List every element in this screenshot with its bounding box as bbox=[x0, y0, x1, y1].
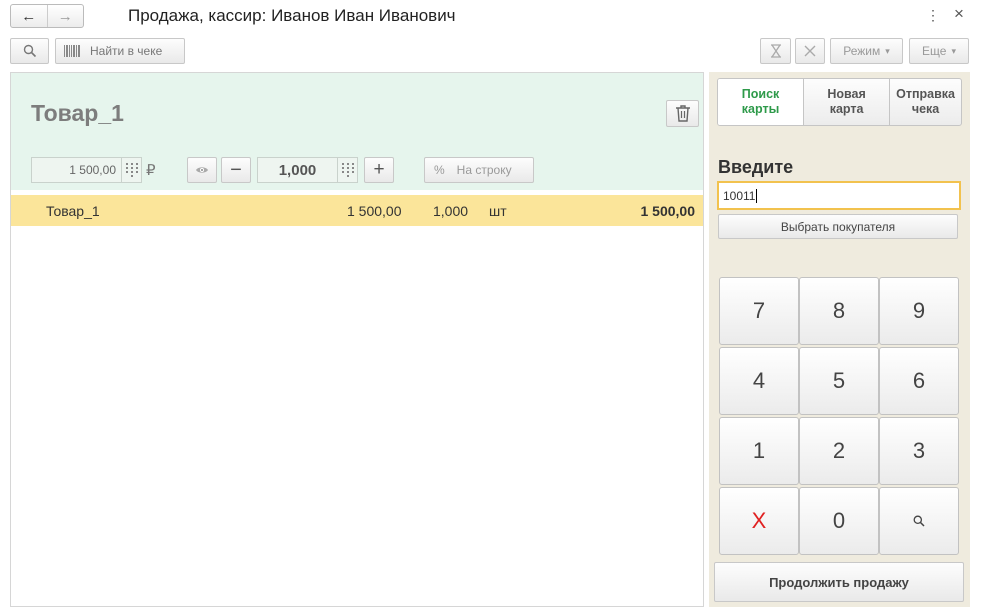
keypad-1-button[interactable]: 1 bbox=[719, 417, 799, 485]
barcode-icon bbox=[64, 45, 80, 57]
keypad-search-button[interactable] bbox=[879, 487, 959, 555]
more-label: Еще bbox=[922, 44, 947, 58]
continue-sale-button[interactable]: Продолжить продажу bbox=[714, 562, 964, 602]
decrease-quantity-button[interactable]: − bbox=[221, 157, 251, 183]
keypad-8-button[interactable]: 8 bbox=[799, 277, 879, 345]
window-title: Продажа, кассир: Иванов Иван Иванович bbox=[128, 6, 456, 25]
mode-label: Режим bbox=[843, 44, 881, 58]
plus-icon: + bbox=[373, 159, 385, 180]
minus-icon: − bbox=[230, 158, 242, 181]
enter-label: Введите bbox=[718, 157, 794, 177]
tab-card-search[interactable]: Поиск карты bbox=[718, 79, 804, 125]
more-actions-icon[interactable]: ⋮ bbox=[926, 7, 940, 24]
price-keypad-button[interactable] bbox=[121, 157, 142, 183]
choose-customer-button[interactable]: Выбрать покупателя bbox=[718, 214, 958, 239]
card-number-input[interactable]: 10011 bbox=[717, 181, 961, 210]
quantity-keypad-button[interactable] bbox=[337, 157, 358, 183]
product-title: Товар_1 bbox=[31, 100, 124, 126]
row-price: 1 500,00 bbox=[347, 203, 402, 219]
forward-arrow-icon: → bbox=[57, 7, 73, 25]
keypad-clear-button[interactable]: X bbox=[719, 487, 799, 555]
choose-customer-label: Выбрать покупателя bbox=[780, 219, 896, 234]
card-number-value: 10011 bbox=[723, 189, 756, 203]
cancel-button[interactable] bbox=[795, 38, 825, 64]
cross-icon bbox=[804, 45, 816, 57]
view-button[interactable] bbox=[187, 157, 217, 183]
tab-new-card[interactable]: Новая карта bbox=[803, 79, 889, 125]
row-unit: шт bbox=[489, 203, 507, 219]
line-discount-button[interactable]: % На строку bbox=[424, 157, 534, 183]
price-field[interactable]: 1 500,00 bbox=[31, 157, 122, 183]
continue-sale-label: Продолжить продажу bbox=[769, 574, 909, 590]
keypad-grid-icon bbox=[341, 163, 354, 177]
tab-bar: Поиск карты Новая карта Отправка чека bbox=[717, 78, 962, 126]
search-icon bbox=[913, 515, 925, 527]
price-value: 1 500,00 bbox=[69, 163, 116, 177]
forward-button[interactable]: → bbox=[46, 5, 84, 27]
row-quantity: 1,000 bbox=[433, 203, 469, 219]
keypad-9-button[interactable]: 9 bbox=[879, 277, 959, 345]
keypad-3-button[interactable]: 3 bbox=[879, 417, 959, 485]
row-sum: 1 500,00 bbox=[640, 203, 696, 219]
keypad-4-button[interactable]: 4 bbox=[719, 347, 799, 415]
keypad-7-button[interactable]: 7 bbox=[719, 277, 799, 345]
mode-dropdown[interactable]: Режим ▾ bbox=[830, 38, 903, 64]
percent-icon: % bbox=[434, 163, 445, 177]
tab-send-receipt[interactable]: Отправка чека bbox=[889, 79, 961, 125]
trash-icon bbox=[675, 105, 690, 122]
table-row[interactable]: Товар_1 1 500,00 1,000 шт 1 500,00 bbox=[11, 195, 703, 226]
line-discount-label: На строку bbox=[456, 163, 512, 177]
back-button[interactable]: ← bbox=[11, 5, 47, 27]
keypad-6-button[interactable]: 6 bbox=[879, 347, 959, 415]
search-button[interactable] bbox=[10, 38, 49, 64]
chevron-down-icon: ▾ bbox=[951, 45, 956, 56]
navigation-buttons: ← → bbox=[10, 4, 84, 28]
more-dropdown[interactable]: Еще ▾ bbox=[909, 38, 969, 64]
keypad-grid-icon bbox=[125, 163, 138, 177]
find-in-receipt-button[interactable]: Найти в чеке bbox=[55, 38, 185, 64]
quantity-field[interactable]: 1,000 bbox=[257, 157, 338, 183]
keypad-5-button[interactable]: 5 bbox=[799, 347, 879, 415]
search-icon bbox=[23, 44, 36, 58]
delete-item-button[interactable] bbox=[666, 100, 699, 127]
find-in-receipt-label: Найти в чеке bbox=[90, 44, 163, 58]
keypad-0-button[interactable]: 0 bbox=[799, 487, 879, 555]
hourglass-button[interactable] bbox=[760, 38, 791, 64]
quantity-value: 1,000 bbox=[278, 161, 317, 179]
back-arrow-icon: ← bbox=[21, 7, 37, 25]
row-product-name: Товар_1 bbox=[46, 203, 100, 219]
close-icon[interactable]: × bbox=[954, 4, 964, 24]
eye-icon bbox=[196, 167, 208, 173]
chevron-down-icon: ▾ bbox=[885, 45, 890, 56]
currency-symbol: ₽ bbox=[146, 162, 156, 179]
increase-quantity-button[interactable]: + bbox=[364, 157, 394, 183]
keypad-2-button[interactable]: 2 bbox=[799, 417, 879, 485]
hourglass-icon bbox=[770, 44, 781, 58]
